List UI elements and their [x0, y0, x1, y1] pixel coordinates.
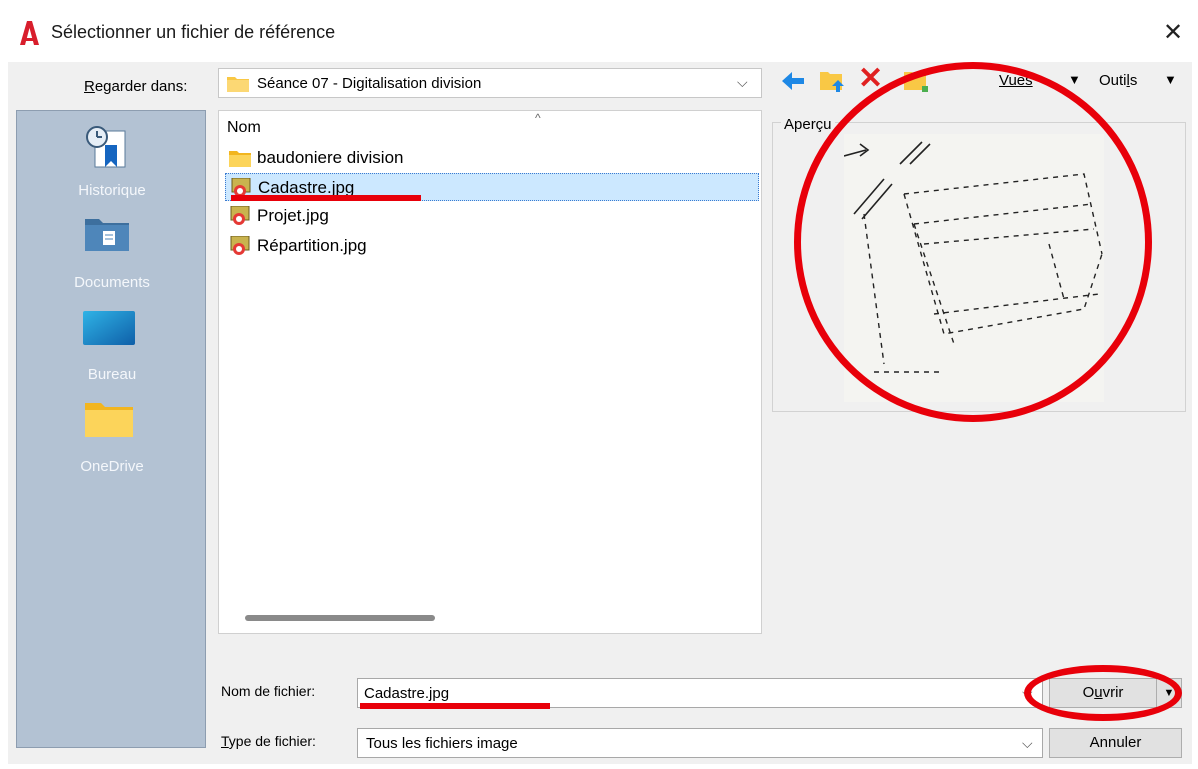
documents-icon: [85, 219, 129, 251]
tools-label-start: Outi: [1099, 72, 1127, 89]
place-label: OneDrive: [80, 458, 144, 475]
lookin-label-text: egarder dans:: [94, 78, 188, 95]
lookin-label-mnemonic: R: [84, 78, 95, 95]
autocad-logo-icon: [20, 21, 39, 45]
up-folder-icon[interactable]: [818, 66, 846, 94]
place-onedrive[interactable]: OneDrive: [17, 395, 207, 485]
file-list[interactable]: Nom ^ baudoniere division Cadastre.jpg P…: [218, 110, 762, 634]
folder-icon: [229, 151, 251, 167]
cancel-button[interactable]: Annuler: [1049, 728, 1182, 758]
place-label: Historique: [78, 182, 146, 199]
image-file-icon: [230, 206, 250, 225]
place-desktop[interactable]: Bureau: [17, 303, 207, 393]
file-row[interactable]: Projet.jpg: [225, 202, 759, 230]
window-title: Sélectionner un fichier de référence: [51, 22, 336, 42]
tools-dropdown-arrow-icon[interactable]: ▼: [1164, 72, 1177, 87]
annotation-circle-preview: [794, 62, 1152, 422]
place-history[interactable]: Historique: [17, 119, 207, 209]
filetype-label-text: ype de fichier:: [228, 733, 316, 749]
lookin-dropdown[interactable]: Séance 07 - Digitalisation division ⌵: [218, 68, 762, 98]
tools-label-end: s: [1129, 72, 1138, 89]
filetype-label-mnemonic: T: [221, 733, 229, 749]
horizontal-scrollbar[interactable]: [245, 615, 435, 621]
file-name: baudoniere division: [257, 148, 404, 167]
image-file-icon: [230, 236, 250, 255]
close-button[interactable]: ✕: [1156, 16, 1190, 50]
annotation-underline-selected-file: [231, 195, 421, 201]
place-label: Bureau: [87, 366, 137, 383]
filetype-dropdown[interactable]: Tous les fichiers image ⌵: [357, 728, 1043, 758]
places-bar: Historique Documents Bureau OneDrive: [16, 110, 206, 748]
lookin-label: Regarder dans:: [84, 78, 187, 95]
tools-menu[interactable]: Outils: [1099, 72, 1137, 89]
preview-label: Aperçu: [781, 116, 835, 133]
filetype-label: Type de fichier:: [221, 733, 316, 749]
back-arrow-icon[interactable]: [780, 68, 806, 94]
filename-label: Nom de fichier:: [221, 683, 316, 699]
place-label: Documents: [74, 274, 150, 291]
file-row-folder[interactable]: baudoniere division: [225, 144, 759, 172]
folder-icon: [227, 77, 249, 92]
filetype-value: Tous les fichiers image: [366, 735, 518, 752]
file-row[interactable]: Répartition.jpg: [225, 232, 759, 260]
history-icon: [86, 126, 126, 168]
chevron-down-icon: ⌵: [737, 74, 748, 90]
place-documents[interactable]: Documents: [17, 211, 207, 301]
column-header-name[interactable]: Nom: [227, 119, 261, 137]
sort-ascending-icon: ^: [535, 111, 541, 125]
annotation-circle-open-button: [1024, 665, 1182, 721]
chevron-down-icon: ⌵: [1022, 735, 1033, 751]
file-name: Répartition.jpg: [257, 236, 367, 255]
desktop-icon: [83, 311, 135, 345]
file-name: Projet.jpg: [257, 206, 329, 225]
onedrive-folder-icon: [85, 403, 133, 437]
views-dropdown-arrow-icon[interactable]: ▼: [1068, 72, 1081, 87]
annotation-underline-filename: [360, 703, 550, 709]
lookin-value: Séance 07 - Digitalisation division: [257, 75, 482, 92]
